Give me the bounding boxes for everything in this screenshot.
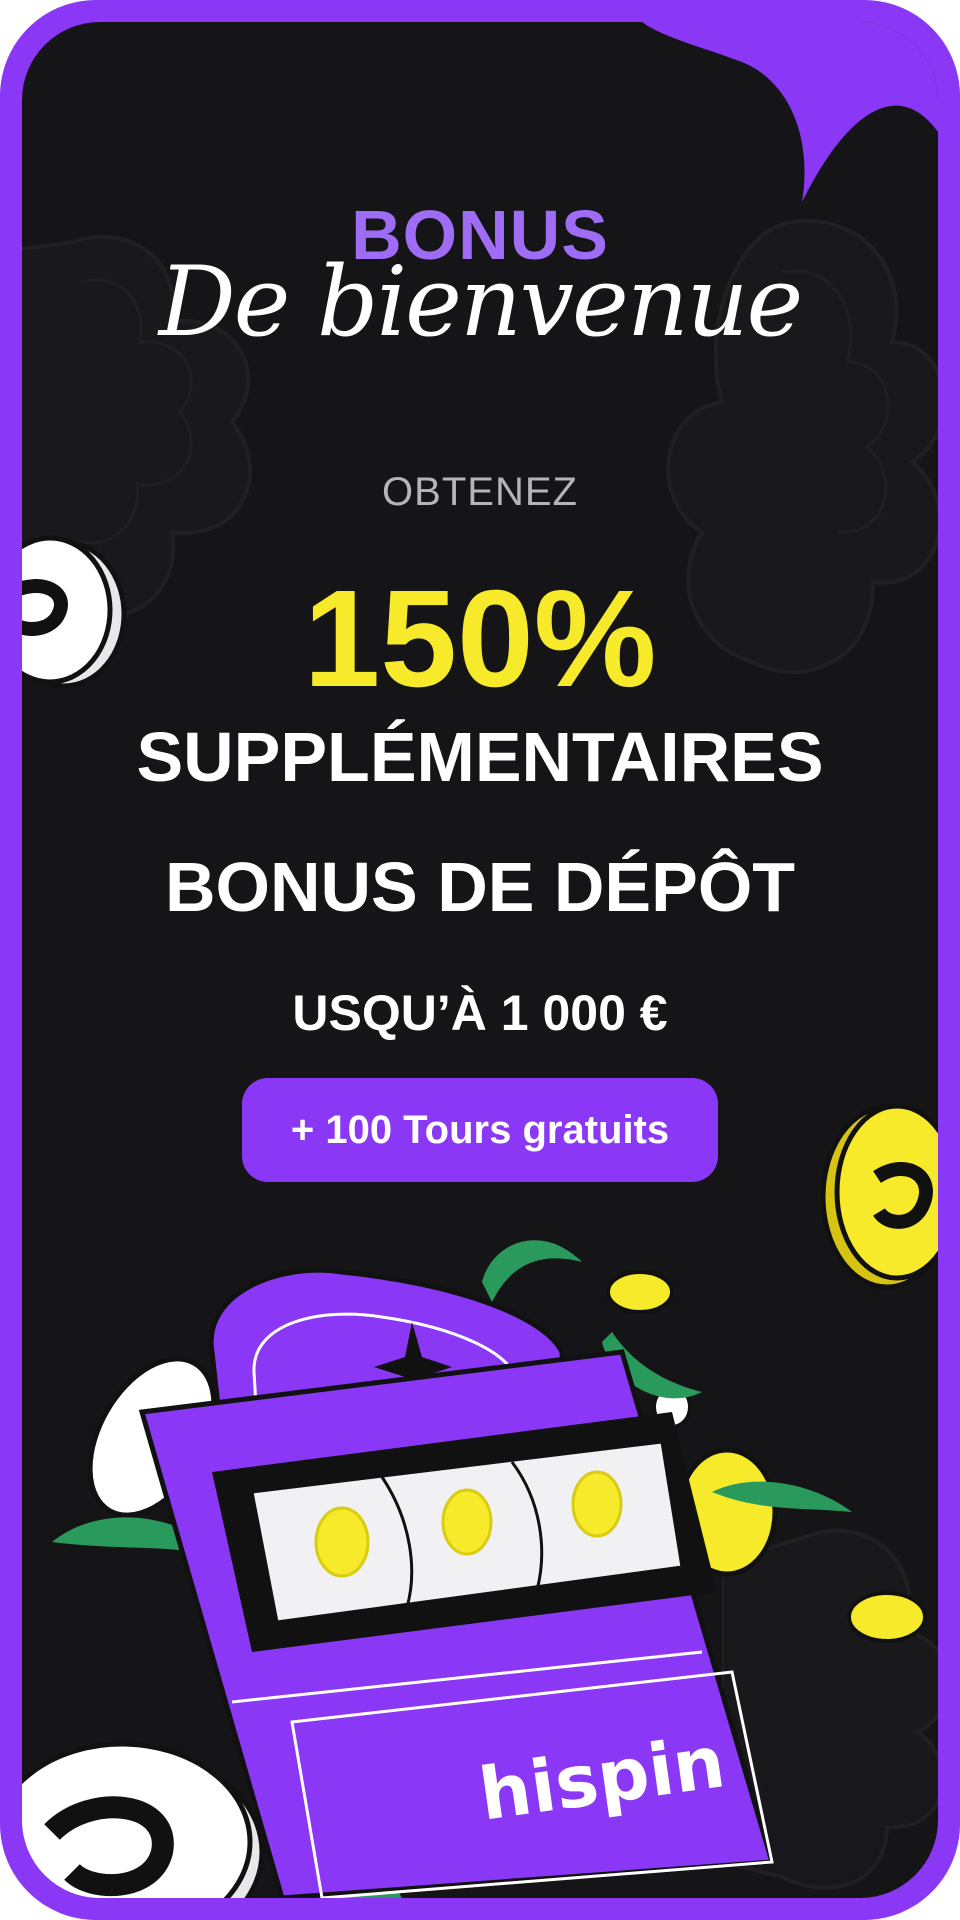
promo-frame: BONUS De bienvenue OBTENEZ 150% SUPPLÉME…	[0, 0, 960, 1920]
slot-machine-illustration	[138, 1267, 776, 1898]
white-coin-bottom-left-icon	[22, 1741, 265, 1898]
promo-screen: BONUS De bienvenue OBTENEZ 150% SUPPLÉME…	[22, 22, 938, 1898]
